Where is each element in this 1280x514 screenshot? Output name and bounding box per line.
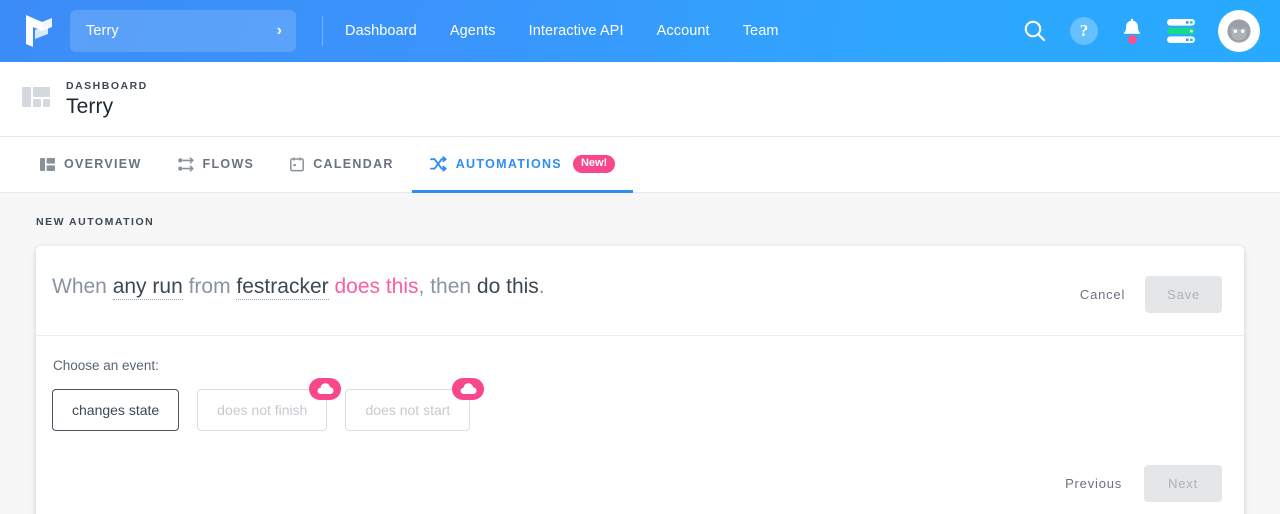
topbar-actions: ?: [1022, 10, 1260, 52]
nav-item-interactive-api[interactable]: Interactive API: [529, 23, 624, 39]
event-options-row: changes state does not finish does not s…: [52, 378, 1222, 431]
prefect-logo-icon[interactable]: [22, 13, 56, 49]
new-badge: New!: [572, 155, 616, 173]
dashboard-grid-icon: [22, 87, 50, 107]
nav-item-account[interactable]: Account: [657, 23, 710, 39]
sentence-when: When: [52, 275, 113, 298]
card-header-actions: Cancel Save: [1066, 273, 1222, 313]
tab-calendar-label: CALENDAR: [313, 157, 394, 171]
page-header: DASHBOARD Terry: [0, 62, 1280, 137]
calendar-icon: [290, 156, 305, 172]
event-option-does-not-finish: does not finish: [197, 378, 342, 431]
bell-icon[interactable]: [1120, 18, 1144, 44]
save-button[interactable]: Save: [1145, 276, 1222, 313]
choose-event-label: Choose an event:: [53, 358, 159, 373]
section-label-new-automation: NEW AUTOMATION: [36, 216, 155, 228]
event-button-does-not-finish[interactable]: does not finish: [197, 389, 328, 431]
previous-button[interactable]: Previous: [1051, 466, 1136, 501]
nav-item-dashboard[interactable]: Dashboard: [345, 23, 417, 39]
tab-overview[interactable]: OVERVIEW: [22, 138, 160, 193]
user-avatar-icon[interactable]: [1218, 10, 1260, 52]
server-stack-icon[interactable]: [1166, 18, 1196, 44]
cloud-icon: [452, 378, 485, 400]
nav-item-agents[interactable]: Agents: [450, 23, 496, 39]
event-button-changes-state[interactable]: changes state: [52, 389, 180, 431]
sentence-from: from: [182, 275, 237, 298]
overview-grid-icon: [40, 157, 55, 172]
card-header: When any run from festracker does this, …: [36, 246, 1244, 336]
tab-bar: OVERVIEW FLOWS CALENDAR AUTOMATIONS New!: [0, 137, 1280, 193]
tab-overview-label: OVERVIEW: [64, 157, 142, 171]
next-button[interactable]: Next: [1144, 465, 1222, 502]
help-question-glyph: ?: [1070, 17, 1098, 45]
chevron-right-icon: ›: [276, 22, 282, 39]
tab-calendar[interactable]: CALENDAR: [272, 138, 412, 193]
sentence-period: .: [538, 275, 545, 298]
breadcrumb: DASHBOARD: [66, 79, 148, 92]
tab-flows-label: FLOWS: [202, 157, 255, 171]
org-switcher-label: Terry: [86, 23, 119, 39]
sentence-then: , then: [418, 275, 477, 298]
tab-automations[interactable]: AUTOMATIONS New!: [411, 138, 634, 193]
search-icon[interactable]: [1022, 18, 1048, 44]
tab-flows[interactable]: FLOWS: [160, 138, 273, 193]
flows-icon: [177, 156, 194, 172]
automation-sentence: When any run from festracker does this, …: [52, 273, 1066, 300]
notification-dot: [1128, 35, 1137, 44]
main-nav: Dashboard Agents Interactive API Account…: [345, 23, 779, 39]
new-automation-card: When any run from festracker does this, …: [36, 246, 1244, 514]
sentence-slot-project[interactable]: festracker: [236, 275, 329, 300]
help-icon[interactable]: ?: [1070, 17, 1098, 45]
top-navigation-bar: Terry › Dashboard Agents Interactive API…: [0, 0, 1280, 62]
card-footer: Previous Next: [36, 451, 1244, 514]
cloud-icon: [309, 378, 342, 400]
event-option-does-not-start: does not start: [345, 378, 485, 431]
event-option-changes-state: changes state: [52, 389, 180, 431]
cancel-button[interactable]: Cancel: [1066, 277, 1139, 312]
nav-item-team[interactable]: Team: [743, 23, 779, 39]
sentence-slot-action[interactable]: do this: [477, 275, 539, 298]
org-switcher-button[interactable]: Terry ›: [70, 10, 296, 52]
page-title: Terry: [66, 94, 114, 118]
event-button-does-not-start[interactable]: does not start: [345, 389, 471, 431]
content-area: NEW AUTOMATION When any run from festrac…: [0, 193, 1280, 514]
automations-shuffle-icon: [429, 156, 447, 172]
sentence-slot-target[interactable]: any run: [112, 275, 183, 300]
card-body: Choose an event: changes state does not …: [36, 336, 1244, 451]
sentence-slot-event[interactable]: does this: [334, 275, 418, 298]
tab-automations-label: AUTOMATIONS: [455, 157, 562, 171]
nav-divider: [322, 16, 323, 46]
